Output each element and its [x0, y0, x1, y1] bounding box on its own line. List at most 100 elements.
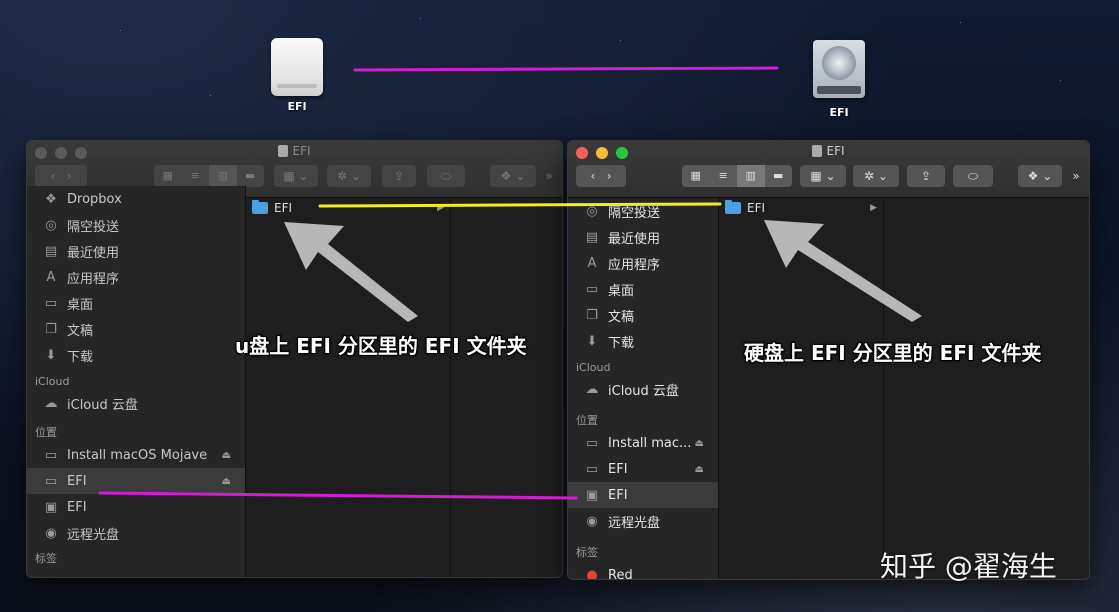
sidebar-item-efi-usb[interactable]: ▭ EFI ⏏	[27, 468, 245, 494]
toolbar-overflow-button[interactable]: »	[539, 165, 559, 187]
column-view-icon[interactable]: ▥	[209, 165, 237, 187]
window-title-text: EFI	[826, 144, 845, 158]
sidebar-item-label: EFI	[608, 461, 628, 477]
sidebar-item-icloud-drive[interactable]: ☁ iCloud 云盘	[27, 390, 245, 416]
sidebar-item-desktop[interactable]: ▭ 桌面	[27, 290, 245, 316]
forward-icon[interactable]: ›	[67, 169, 72, 183]
folder-row-efi[interactable]: EFI ▶	[246, 198, 450, 218]
action-button[interactable]: ✲ ⌄	[327, 165, 371, 187]
sidebar-item-label: 文稿	[67, 323, 94, 339]
sidebar-item-label: 隔空投送	[608, 205, 661, 221]
desktop-drive-efi-usb[interactable]: EFI	[257, 38, 337, 113]
sidebar-item-tag-red[interactable]: ● Red	[568, 562, 718, 580]
sidebar-item-label: iCloud 云盘	[67, 397, 138, 413]
window-title-text: EFI	[292, 144, 311, 158]
sidebar: ❖ Dropbox ◎ 隔空投送 ▤ 最近使用 A 应用程序 ▭ 桌面 ❐ 文稿 ⬇ 下载 i…	[27, 186, 246, 577]
airdrop-icon: ◎	[586, 203, 598, 219]
sidebar-item-install-macos[interactable]: ▭ Install macOS Mojave ⏏	[27, 442, 245, 468]
gallery-view-icon[interactable]: ▬	[765, 165, 793, 187]
disk-icon	[278, 145, 289, 157]
sidebar-item-efi-hd[interactable]: ▣ EFI	[27, 494, 245, 520]
group-icon: ▦ ⌄	[283, 169, 309, 183]
sidebar-item-documents[interactable]: ❐ 文稿	[568, 302, 718, 328]
view-mode-segmented[interactable]: ▦ ≡ ▥ ▬	[154, 165, 264, 187]
documents-icon: ❐	[45, 321, 57, 337]
toolbar: EFI ‹ › ▦ ≡ ▥ ▬ ▦ ⌄ ✲ ⌄ ⇪ ⬭ ❖ ⌄ »	[568, 141, 1089, 198]
column-1: EFI ▶	[719, 198, 884, 579]
share-icon: ⇪	[393, 169, 405, 183]
tag-icon: ⬭	[967, 168, 979, 183]
action-button[interactable]: ✲ ⌄	[853, 165, 899, 187]
sidebar-item-airdrop[interactable]: ◎ 隔空投送	[568, 198, 718, 224]
sidebar-item-airdrop[interactable]: ◎ 隔空投送	[27, 212, 245, 238]
folder-row-efi[interactable]: EFI ▶	[719, 198, 883, 218]
dropbox-button[interactable]: ❖ ⌄	[1018, 165, 1062, 187]
tags-button[interactable]: ⬭	[953, 165, 993, 187]
desktop-drive-efi-hd[interactable]: EFI	[799, 40, 879, 119]
folder-name: EFI	[747, 201, 766, 215]
back-icon[interactable]: ‹	[590, 169, 595, 183]
sidebar-item-label: 下载	[608, 335, 635, 351]
chevron-right-icon: ▶	[437, 203, 444, 213]
sidebar-item-recents[interactable]: ▤ 最近使用	[27, 238, 245, 264]
eject-icon[interactable]: ⏏	[695, 438, 704, 449]
applications-icon: A	[587, 255, 597, 271]
tag-icon: ⬭	[440, 168, 452, 183]
sidebar-item-remote-disc[interactable]: ◉ 远程光盘	[27, 520, 245, 546]
sidebar-item-dropbox[interactable]: ❖ Dropbox	[27, 186, 245, 212]
list-view-icon[interactable]: ≡	[710, 165, 738, 187]
icon-view-icon[interactable]: ▦	[682, 165, 710, 187]
gallery-view-icon[interactable]: ▬	[237, 165, 265, 187]
optical-disc-icon: ◉	[45, 525, 57, 541]
sidebar-item-documents[interactable]: ❐ 文稿	[27, 316, 245, 342]
icon-view-icon[interactable]: ▦	[154, 165, 182, 187]
group-icon: ▦ ⌄	[810, 169, 836, 183]
column-2	[884, 198, 1089, 579]
sidebar-item-downloads[interactable]: ⬇ 下载	[27, 342, 245, 368]
sidebar-item-efi-hd[interactable]: ▣ EFI	[568, 482, 718, 508]
folder-icon	[725, 200, 741, 214]
sidebar: ◎ 隔空投送 ▤ 最近使用 A 应用程序 ▭ 桌面 ❐ 文稿 ⬇ 下载 iCloud ☁ iC…	[568, 198, 719, 579]
sidebar-item-label: Install mac...	[608, 435, 692, 451]
sidebar-item-icloud-drive[interactable]: ☁ iCloud 云盘	[568, 376, 718, 402]
eject-icon[interactable]: ⏏	[222, 476, 231, 487]
view-mode-segmented[interactable]: ▦ ≡ ▥ ▬	[682, 165, 792, 187]
sidebar-section-tags: 标签	[576, 546, 598, 559]
share-button[interactable]: ⇪	[907, 165, 945, 187]
sidebar-section-tags: 标签	[35, 552, 57, 565]
dropbox-button[interactable]: ❖ ⌄	[490, 165, 536, 187]
desktop-icon-label: EFI	[287, 100, 307, 113]
finder-window-left[interactable]: EFI ‹ › ▦ ≡ ▥ ▬ ▦ ⌄ ✲ ⌄ ⇪ ⬭ ❖ ⌄ » ❖ Dropbox …	[26, 140, 563, 578]
column-view-icon[interactable]: ▥	[737, 165, 765, 187]
sidebar-item-efi-usb[interactable]: ▭ EFI ⏏	[568, 456, 718, 482]
list-view-icon[interactable]: ≡	[182, 165, 210, 187]
tags-button[interactable]: ⬭	[427, 165, 465, 187]
eject-icon[interactable]: ⏏	[222, 450, 231, 461]
harddisk-icon: ▣	[44, 499, 58, 515]
forward-icon[interactable]: ›	[607, 169, 612, 183]
sidebar-item-label: 文稿	[608, 309, 635, 325]
share-button[interactable]: ⇪	[382, 165, 416, 187]
sidebar-item-downloads[interactable]: ⬇ 下载	[568, 328, 718, 354]
back-icon[interactable]: ‹	[50, 169, 55, 183]
sidebar-item-applications[interactable]: A 应用程序	[27, 264, 245, 290]
eject-icon[interactable]: ⏏	[695, 464, 704, 475]
watermark: 知乎 @翟海生	[880, 550, 1057, 583]
annotation-left: u盘上 EFI 分区里的 EFI 文件夹	[235, 334, 527, 358]
group-button[interactable]: ▦ ⌄	[274, 165, 318, 187]
sidebar-item-recents[interactable]: ▤ 最近使用	[568, 224, 718, 250]
sidebar-item-desktop[interactable]: ▭ 桌面	[568, 276, 718, 302]
harddisk-icon	[812, 145, 823, 157]
documents-icon: ❐	[586, 307, 598, 323]
disk-icon: ▭	[44, 447, 58, 463]
group-button[interactable]: ▦ ⌄	[800, 165, 846, 187]
sidebar-item-install-macos[interactable]: ▭ Install mac... ⏏	[568, 430, 718, 456]
sidebar-item-remote-disc[interactable]: ◉ 远程光盘	[568, 508, 718, 534]
toolbar-overflow-button[interactable]: »	[1066, 165, 1086, 187]
back-forward-buttons[interactable]: ‹ ›	[576, 165, 626, 187]
back-forward-buttons[interactable]: ‹ ›	[35, 165, 87, 187]
sidebar-item-label: 远程光盘	[608, 515, 661, 531]
hard-drive-icon	[813, 40, 865, 98]
harddisk-icon: ▣	[585, 487, 599, 503]
sidebar-item-applications[interactable]: A 应用程序	[568, 250, 718, 276]
